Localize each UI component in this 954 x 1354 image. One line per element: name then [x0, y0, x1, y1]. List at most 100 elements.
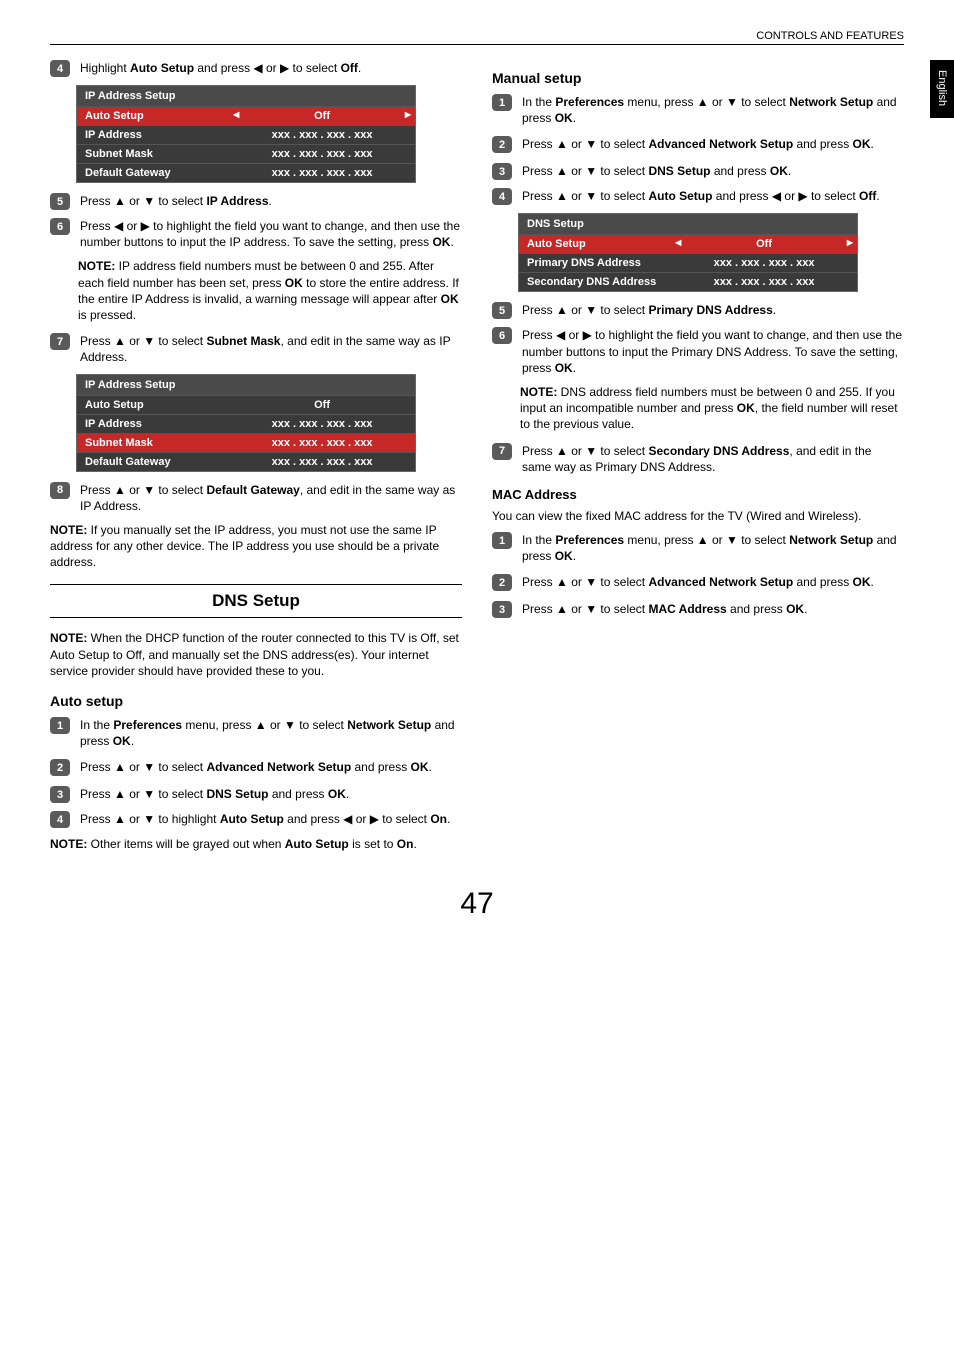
step-badge: 1: [50, 717, 70, 734]
left-column: 4 Highlight Auto Setup and press ◀ or ▶ …: [50, 60, 462, 867]
step-badge: 7: [492, 443, 512, 460]
step-badge: 3: [50, 786, 70, 803]
table-label: Auto Setup: [77, 396, 229, 414]
step-text: In the Preferences menu, press ▲ or ▼ to…: [80, 717, 462, 749]
note-manual-ip: NOTE: If you manually set the IP address…: [50, 522, 462, 571]
step-text: Press ▲ or ▼ to select Primary DNS Addre…: [522, 302, 904, 319]
manual-step-1: 1 In the Preferences menu, press ▲ or ▼ …: [492, 94, 904, 126]
step-6: 6 Press ◀ or ▶ to highlight the field yo…: [50, 218, 462, 250]
table-title: DNS Setup: [519, 214, 857, 234]
step-text: Press ▲ or ▼ to select Auto Setup and pr…: [522, 188, 904, 205]
table-row: Subnet Maskxxx . xxx . xxx . xxx: [77, 144, 415, 163]
step-text: Press ▲ or ▼ to select Advanced Network …: [522, 136, 904, 153]
step-text: Press ◀ or ▶ to highlight the field you …: [522, 327, 904, 376]
table-row: Auto SetupOff: [77, 106, 415, 125]
table-row: Default Gatewayxxx . xxx . xxx . xxx: [77, 452, 415, 471]
mac-step-1: 1 In the Preferences menu, press ▲ or ▼ …: [492, 532, 904, 564]
step-text: In the Preferences menu, press ▲ or ▼ to…: [522, 94, 904, 126]
table-row: IP Addressxxx . xxx . xxx . xxx: [77, 414, 415, 433]
auto-step-4: 4 Press ▲ or ▼ to highlight Auto Setup a…: [50, 811, 462, 828]
step-8: 8 Press ▲ or ▼ to select Default Gateway…: [50, 482, 462, 514]
note-dhcp: NOTE: When the DHCP function of the rout…: [50, 630, 462, 679]
table-row: Auto SetupOff: [519, 234, 857, 253]
page-number: 47: [50, 887, 904, 921]
manual-step-4: 4 Press ▲ or ▼ to select Auto Setup and …: [492, 188, 904, 205]
step-badge: 1: [492, 532, 512, 549]
table-value: Off: [229, 396, 415, 414]
step-text: Press ▲ or ▼ to select Subnet Mask, and …: [80, 333, 462, 365]
table-value: xxx . xxx . xxx . xxx: [229, 415, 415, 433]
table-value: xxx . xxx . xxx . xxx: [671, 254, 857, 272]
auto-step-1: 1 In the Preferences menu, press ▲ or ▼ …: [50, 717, 462, 749]
step-badge: 3: [492, 163, 512, 180]
table-row: IP Addressxxx . xxx . xxx . xxx: [77, 125, 415, 144]
manual-step-2: 2 Press ▲ or ▼ to select Advanced Networ…: [492, 136, 904, 153]
step-4: 4 Highlight Auto Setup and press ◀ or ▶ …: [50, 60, 462, 77]
step-badge: 8: [50, 482, 70, 499]
table-value: Off: [229, 107, 415, 125]
table-value: xxx . xxx . xxx . xxx: [229, 145, 415, 163]
header-rule: [50, 44, 904, 45]
manual-step-6: 6 Press ◀ or ▶ to highlight the field yo…: [492, 327, 904, 376]
table-label: IP Address: [77, 126, 229, 144]
table-row: Default Gatewayxxx . xxx . xxx . xxx: [77, 163, 415, 182]
table-label: Auto Setup: [77, 107, 229, 125]
auto-step-3: 3 Press ▲ or ▼ to select DNS Setup and p…: [50, 786, 462, 803]
step-text: Press ▲ or ▼ to select MAC Address and p…: [522, 601, 904, 618]
table-label: Subnet Mask: [77, 434, 229, 452]
header-text: CONTROLS AND FEATURES: [50, 30, 904, 44]
step-5: 5 Press ▲ or ▼ to select IP Address.: [50, 193, 462, 210]
step-text: Press ▲ or ▼ to select Advanced Network …: [522, 574, 904, 591]
table-label: Subnet Mask: [77, 145, 229, 163]
step-badge: 4: [50, 60, 70, 77]
language-tab: English: [930, 60, 954, 118]
step-text: Press ▲ or ▼ to select DNS Setup and pre…: [522, 163, 904, 180]
step-text: In the Preferences menu, press ▲ or ▼ to…: [522, 532, 904, 564]
manual-step-3: 3 Press ▲ or ▼ to select DNS Setup and p…: [492, 163, 904, 180]
table-value: xxx . xxx . xxx . xxx: [229, 164, 415, 182]
manual-setup-subheading: Manual setup: [492, 70, 904, 86]
ip-address-setup-table-2: IP Address SetupAuto SetupOffIP Addressx…: [76, 374, 416, 472]
step-badge: 2: [492, 136, 512, 153]
step-badge: 4: [492, 188, 512, 205]
table-row: Primary DNS Addressxxx . xxx . xxx . xxx: [519, 253, 857, 272]
table-value: xxx . xxx . xxx . xxx: [229, 453, 415, 471]
auto-step-2: 2 Press ▲ or ▼ to select Advanced Networ…: [50, 759, 462, 776]
step-badge: 5: [50, 193, 70, 210]
table-row: Secondary DNS Addressxxx . xxx . xxx . x…: [519, 272, 857, 291]
table-row: Auto SetupOff: [77, 395, 415, 414]
table-value: xxx . xxx . xxx . xxx: [229, 434, 415, 452]
table-value: Off: [671, 235, 857, 253]
note-ip-range: NOTE: IP address field numbers must be b…: [78, 258, 462, 323]
ip-address-setup-table-1: IP Address SetupAuto SetupOffIP Addressx…: [76, 85, 416, 183]
step-badge: 6: [492, 327, 512, 344]
step-text: Press ◀ or ▶ to highlight the field you …: [80, 218, 462, 250]
step-text: Press ▲ or ▼ to highlight Auto Setup and…: [80, 811, 462, 828]
auto-setup-subheading: Auto setup: [50, 693, 462, 709]
manual-step-5: 5 Press ▲ or ▼ to select Primary DNS Add…: [492, 302, 904, 319]
step-text: Press ▲ or ▼ to select Secondary DNS Add…: [522, 443, 904, 475]
table-label: Secondary DNS Address: [519, 273, 671, 291]
step-badge: 4: [50, 811, 70, 828]
manual-step-7: 7 Press ▲ or ▼ to select Secondary DNS A…: [492, 443, 904, 475]
table-label: Auto Setup: [519, 235, 671, 253]
step-badge: 3: [492, 601, 512, 618]
mac-step-2: 2 Press ▲ or ▼ to select Advanced Networ…: [492, 574, 904, 591]
table-label: Default Gateway: [77, 164, 229, 182]
mac-address-heading: MAC Address: [492, 487, 904, 502]
note-dns-range: NOTE: DNS address field numbers must be …: [520, 384, 904, 433]
table-title: IP Address Setup: [77, 86, 415, 106]
table-value: xxx . xxx . xxx . xxx: [229, 126, 415, 144]
step-text: Press ▲ or ▼ to select IP Address.: [80, 193, 462, 210]
step-text: Press ▲ or ▼ to select Advanced Network …: [80, 759, 462, 776]
table-label: IP Address: [77, 415, 229, 433]
table-label: Default Gateway: [77, 453, 229, 471]
table-row: Subnet Maskxxx . xxx . xxx . xxx: [77, 433, 415, 452]
step-text: Press ▲ or ▼ to select DNS Setup and pre…: [80, 786, 462, 803]
step-7: 7 Press ▲ or ▼ to select Subnet Mask, an…: [50, 333, 462, 365]
step-text: Highlight Auto Setup and press ◀ or ▶ to…: [80, 60, 462, 77]
table-value: xxx . xxx . xxx . xxx: [671, 273, 857, 291]
table-title: IP Address Setup: [77, 375, 415, 395]
step-badge: 5: [492, 302, 512, 319]
dns-setup-heading: DNS Setup: [50, 584, 462, 618]
